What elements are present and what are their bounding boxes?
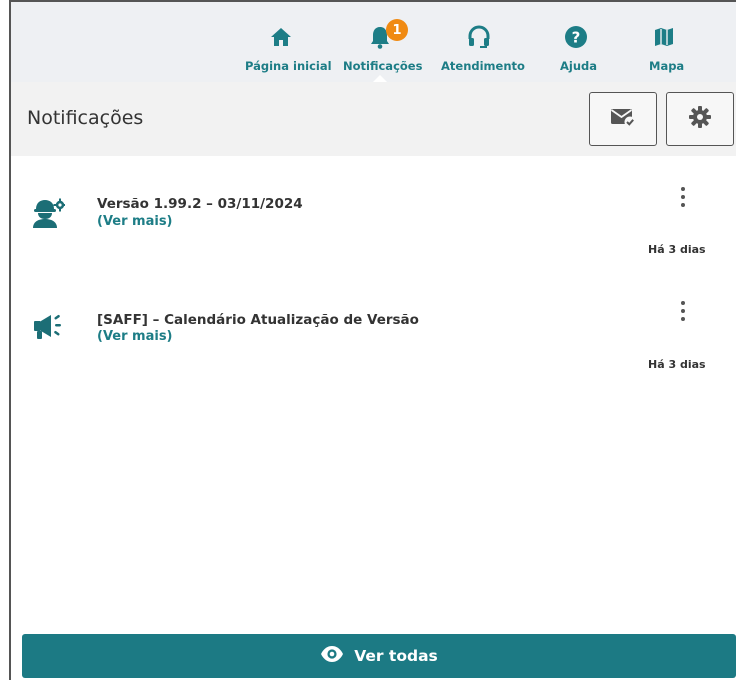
help-icon: ? — [563, 24, 589, 50]
notification-see-more-link[interactable]: (Ver mais) — [97, 329, 173, 344]
page-title: Notificações — [27, 107, 144, 129]
mark-all-read-icon — [610, 106, 636, 132]
map-icon — [651, 24, 677, 50]
more-options-icon[interactable] — [674, 184, 692, 210]
nav-label-support: Atendimento — [441, 59, 525, 73]
mark-all-read-button[interactable] — [589, 92, 657, 146]
notifications-panel: Página inicial 1 Notificações Atendiment… — [0, 0, 736, 680]
nav-label-help: Ajuda — [560, 59, 598, 73]
notification-count-badge: 1 — [386, 19, 408, 41]
megaphone-icon — [31, 312, 65, 342]
nav-label-map: Mapa — [649, 59, 685, 73]
support-agent-gear-icon — [31, 198, 65, 228]
nav-item-notifications[interactable]: 1 Notificações — [339, 2, 423, 83]
nav-item-map[interactable]: Mapa — [639, 2, 689, 82]
notifications-header: Notificações — [11, 82, 736, 156]
notification-title: Versão 1.99.2 – 03/11/2024 — [97, 196, 303, 212]
headset-icon — [466, 24, 492, 50]
list-item[interactable]: [SAFF] – Calendário Atualização de Versã… — [11, 272, 736, 382]
nav-item-support[interactable]: Atendimento — [437, 2, 525, 82]
nav-label-notifications: Notificações — [343, 59, 423, 73]
eye-icon — [320, 645, 344, 667]
nav-item-help[interactable]: ? Ajuda — [551, 2, 601, 82]
top-nav: Página inicial 1 Notificações Atendiment… — [11, 2, 736, 83]
notification-time: Há 3 dias — [648, 358, 706, 371]
list-item[interactable]: Versão 1.99.2 – 03/11/2024 (Ver mais) Há… — [11, 156, 736, 266]
view-all-label: Ver todas — [354, 647, 438, 665]
more-options-icon[interactable] — [674, 298, 692, 324]
home-icon — [268, 24, 294, 50]
nav-label-home: Página inicial — [245, 59, 332, 73]
notification-title: [SAFF] – Calendário Atualização de Versã… — [97, 312, 419, 328]
settings-gear-icon — [688, 105, 712, 133]
notification-time: Há 3 dias — [648, 243, 706, 256]
nav-item-home[interactable]: Página inicial — [239, 2, 332, 82]
settings-button[interactable] — [666, 92, 734, 146]
view-all-button[interactable]: Ver todas — [22, 634, 736, 678]
svg-text:?: ? — [572, 29, 581, 47]
notification-see-more-link[interactable]: (Ver mais) — [97, 214, 173, 229]
